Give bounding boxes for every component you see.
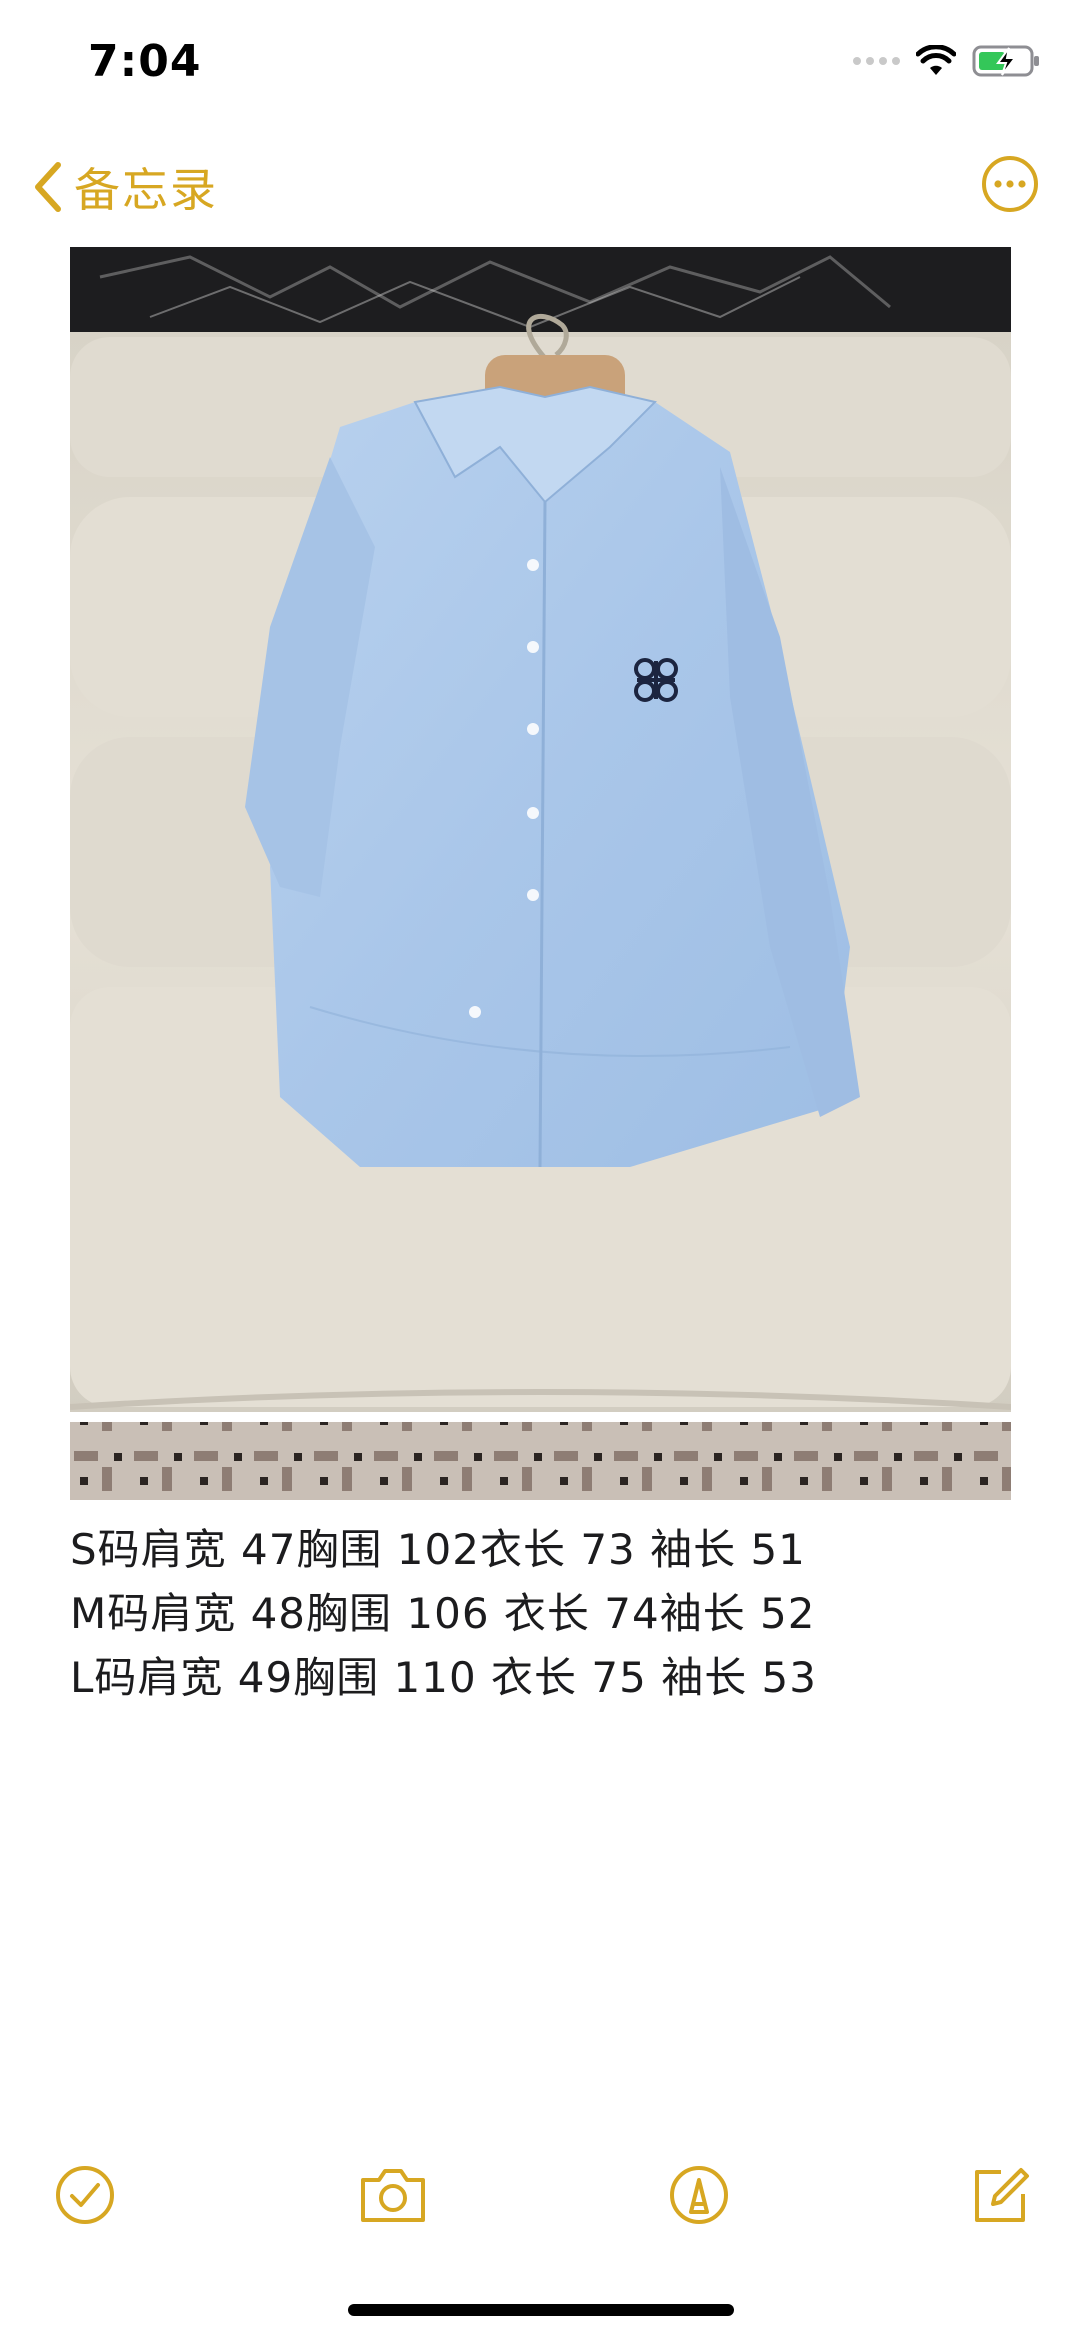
- note-body[interactable]: S码肩宽 47胸围 102衣长 73 袖长 51 M码肩宽 48胸围 106 衣…: [70, 1518, 1030, 1710]
- note-line-m: M码肩宽 48胸围 106 衣长 74袖长 52: [70, 1589, 816, 1638]
- nav-bar: 备忘录: [0, 140, 1080, 230]
- status-time: 7:04: [88, 36, 202, 87]
- back-label: 备忘录: [74, 163, 218, 217]
- ellipsis-circle-icon[interactable]: [980, 154, 1040, 214]
- back-button[interactable]: 备忘录: [30, 154, 218, 220]
- checklist-icon[interactable]: [50, 2160, 120, 2230]
- signal-dots-icon: [853, 57, 900, 65]
- bottom-toolbar: [0, 2160, 1080, 2240]
- home-indicator[interactable]: [348, 2304, 734, 2316]
- camera-icon[interactable]: [355, 2160, 431, 2230]
- note-line-l: L码肩宽 49胸围 110 衣长 75 袖长 53: [70, 1653, 817, 1702]
- compose-icon[interactable]: [965, 2160, 1035, 2230]
- status-bar: 7:04: [0, 0, 1080, 130]
- chevron-left-icon: [35, 162, 61, 212]
- wifi-icon: [916, 45, 956, 75]
- status-icons: [853, 44, 1042, 78]
- battery-charging-icon: [972, 45, 1039, 77]
- markup-icon[interactable]: [664, 2160, 734, 2230]
- note-photo[interactable]: [70, 247, 1011, 1500]
- note-line-s: S码肩宽 47胸围 102衣长 73 袖长 51: [70, 1525, 806, 1574]
